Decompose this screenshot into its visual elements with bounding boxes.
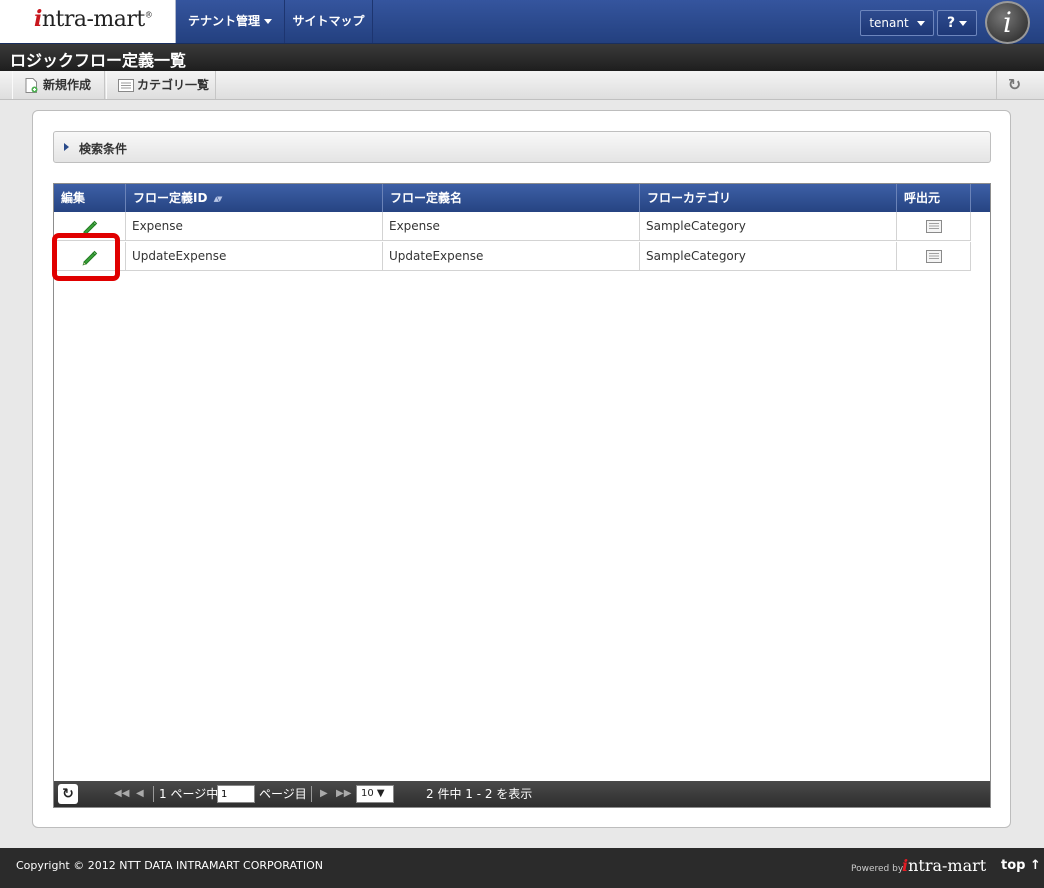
category-list-label: カテゴリ一覧 bbox=[137, 78, 210, 92]
new-create-button[interactable]: 新規作成 bbox=[12, 71, 105, 99]
page-footer: Copyright © 2012 NTT DATA INTRAMART CORP… bbox=[0, 848, 1044, 888]
page-number-input[interactable] bbox=[217, 785, 255, 803]
caret-right-icon bbox=[64, 143, 69, 151]
help-label: ? bbox=[946, 15, 956, 31]
user-name: tenant bbox=[869, 16, 909, 30]
sort-icon[interactable]: ▲▼ bbox=[214, 195, 223, 203]
flow-category-cell: SampleCategory bbox=[640, 242, 897, 271]
pencil-edit-icon[interactable] bbox=[81, 248, 99, 266]
page-prefix: 1 ページ中 bbox=[159, 787, 219, 801]
caller-list-icon[interactable] bbox=[925, 220, 942, 233]
column-header-flow-category[interactable]: フローカテゴリ bbox=[640, 184, 897, 212]
caller-list-icon[interactable] bbox=[925, 250, 942, 263]
column-header-flow-id-label: フロー定義ID bbox=[133, 191, 208, 205]
grid-pager: ↻ ◀◀ ◀ 1 ページ中 ページ目 ▶ ▶▶ 10 ▼ 2 件中 1 - 2 … bbox=[54, 781, 990, 807]
record-summary: 2 件中 1 - 2 を表示 bbox=[426, 787, 533, 801]
flow-name-cell: Expense bbox=[383, 212, 640, 241]
powered-by-text: Powered by bbox=[851, 864, 904, 874]
pencil-edit-icon[interactable] bbox=[81, 218, 99, 236]
search-conditions-label: 検索条件 bbox=[79, 142, 128, 156]
copyright-text: Copyright © 2012 NTT DATA INTRAMART CORP… bbox=[16, 859, 324, 872]
flow-id-cell: UpdateExpense bbox=[126, 242, 383, 271]
last-page-icon[interactable]: ▶▶ bbox=[336, 785, 351, 803]
nav-sitemap[interactable]: サイトマップ bbox=[285, 0, 373, 43]
refresh-icon[interactable]: ↻ bbox=[996, 71, 1032, 99]
first-page-icon[interactable]: ◀◀ bbox=[114, 785, 129, 803]
toolbar: 新規作成 カテゴリ一覧 ↻ bbox=[0, 71, 1044, 100]
previous-page-icon[interactable]: ◀ bbox=[136, 785, 144, 803]
content-panel: 検索条件 編集 フロー定義ID ▲▼ フロー定義名 フローカテゴリ 呼出元 Ex… bbox=[32, 110, 1011, 828]
footer-logo: intra-mart bbox=[902, 856, 987, 875]
page-title: ロジックフロー定義一覧 bbox=[10, 51, 187, 70]
intra-mart-logo[interactable]: intra-mart® bbox=[0, 0, 176, 43]
category-list-button[interactable]: カテゴリ一覧 bbox=[106, 71, 216, 99]
flow-definition-grid: 編集 フロー定義ID ▲▼ フロー定義名 フローカテゴリ 呼出元 Expense… bbox=[53, 183, 991, 808]
caller-cell bbox=[897, 242, 971, 271]
caller-cell bbox=[897, 212, 971, 241]
table-row: Expense Expense SampleCategory bbox=[54, 212, 971, 241]
flow-id-cell: Expense bbox=[126, 212, 383, 241]
flow-name-cell: UpdateExpense bbox=[383, 242, 640, 271]
nav-tenant-management-label: テナント管理 bbox=[187, 14, 260, 28]
rows-per-page-select[interactable]: 10 ▼ bbox=[356, 785, 394, 803]
flow-category-cell: SampleCategory bbox=[640, 212, 897, 241]
column-header-edit: 編集 bbox=[54, 184, 126, 212]
column-header-caller: 呼出元 bbox=[897, 184, 971, 212]
app-header: intra-mart® テナント管理 サイトマップ tenant ? i bbox=[0, 0, 1044, 44]
table-row: UpdateExpense UpdateExpense SampleCatego… bbox=[54, 242, 971, 271]
logo-text: intra-mart® bbox=[34, 6, 153, 32]
search-conditions-toggle[interactable]: 検索条件 bbox=[53, 131, 991, 163]
page-title-bar: ロジックフロー定義一覧 bbox=[0, 44, 1044, 71]
pager-divider bbox=[153, 786, 154, 802]
edit-cell bbox=[54, 212, 126, 241]
help-menu-button[interactable]: ? bbox=[937, 10, 977, 36]
nav-sitemap-label: サイトマップ bbox=[292, 14, 365, 28]
edit-cell bbox=[54, 242, 126, 271]
chevron-down-icon bbox=[916, 21, 925, 26]
pager-divider bbox=[311, 786, 312, 802]
column-header-flow-id[interactable]: フロー定義ID ▲▼ bbox=[126, 184, 383, 212]
back-to-top-link[interactable]: top ↑ bbox=[1001, 858, 1041, 873]
chevron-down-icon bbox=[264, 19, 272, 24]
new-document-icon bbox=[25, 78, 38, 93]
intra-mart-badge-icon[interactable]: i bbox=[985, 1, 1030, 44]
grid-header: 編集 フロー定義ID ▲▼ フロー定義名 フローカテゴリ 呼出元 bbox=[54, 184, 990, 212]
reload-icon[interactable]: ↻ bbox=[58, 784, 78, 804]
new-create-label: 新規作成 bbox=[43, 78, 92, 92]
page-suffix: ページ目 bbox=[259, 787, 307, 801]
user-menu-button[interactable]: tenant bbox=[860, 10, 934, 36]
chevron-down-icon bbox=[959, 20, 968, 26]
nav-tenant-management[interactable]: テナント管理 bbox=[176, 0, 285, 43]
next-page-icon[interactable]: ▶ bbox=[320, 785, 328, 803]
list-icon bbox=[118, 79, 134, 92]
column-header-flow-name[interactable]: フロー定義名 bbox=[383, 184, 640, 212]
